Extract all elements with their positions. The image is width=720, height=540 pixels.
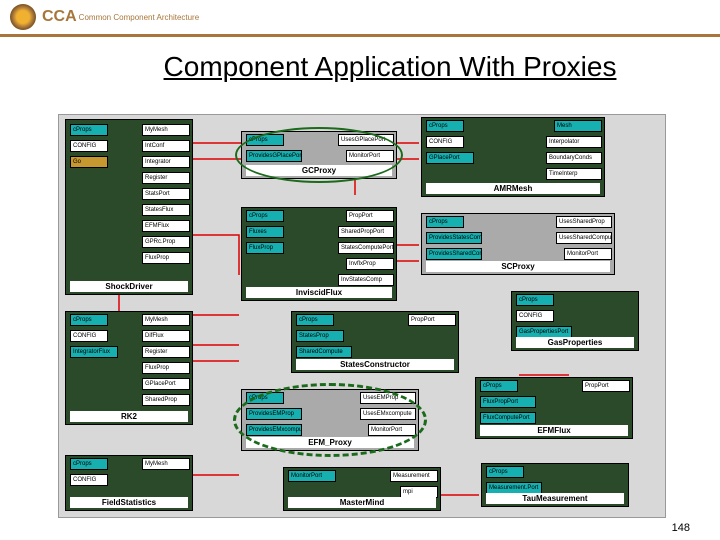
port: Fluxes xyxy=(246,226,284,238)
component-statesconstructor: cProps StatesProp SharedCompute PropPort… xyxy=(291,311,459,373)
proxy-highlight-ellipse-dashed xyxy=(233,383,427,457)
component-fieldstatistics: cProps CONFIG MyMesh FieldStatistics xyxy=(65,455,193,511)
port: cProps xyxy=(70,314,108,326)
port: FluxProp xyxy=(246,242,284,254)
port: BoundaryConds xyxy=(546,152,602,164)
port: StatsPort xyxy=(142,188,190,200)
component-title: TauMeasurement xyxy=(486,493,624,504)
port: cProps xyxy=(480,380,518,392)
component-amrmesh: cProps CONFIG GPlacePort Mesh Interpolat… xyxy=(421,117,605,197)
port: FluxComputePort xyxy=(480,412,536,424)
component-taumeasurement: cProps Measurement.Port TauMeasurement xyxy=(481,463,629,507)
port: IntegratorFlux xyxy=(70,346,118,358)
port: UsesSharedProp xyxy=(556,216,612,228)
port: Mesh xyxy=(554,120,602,132)
page-number: 148 xyxy=(672,522,690,534)
port: CONFIG xyxy=(70,140,108,152)
port: cProps xyxy=(70,458,108,470)
port: PropPort xyxy=(408,314,456,326)
logo-subtitle: Common Component Architecture xyxy=(79,13,200,22)
port: SharedCompute xyxy=(296,346,352,358)
port: cProps xyxy=(426,120,464,132)
port: FluxPropPort xyxy=(480,396,536,408)
component-title: MasterMind xyxy=(288,497,436,508)
component-inviscid: cProps Fluxes FluxProp PropPort SharedPr… xyxy=(241,207,397,301)
component-title: InviscidFlux xyxy=(246,287,392,298)
port: Register xyxy=(142,172,190,184)
port: ProvidesSharedCompute xyxy=(426,248,482,260)
port: MyMesh xyxy=(142,314,190,326)
port: cProps xyxy=(516,294,554,306)
logo-text: CCA xyxy=(42,8,77,26)
component-rk2: cProps CONFIG IntegratorFlux MyMesh DifF… xyxy=(65,311,193,425)
port: CONFIG xyxy=(426,136,464,148)
port: StatesFlux xyxy=(142,204,190,216)
port: StatesProp xyxy=(296,330,344,342)
port: PropPort xyxy=(582,380,630,392)
component-title: FieldStatistics xyxy=(70,497,188,508)
port: InvStatesComp xyxy=(338,274,394,286)
port: InvflxProp xyxy=(346,258,394,270)
component-mastermind: MonitorPort Measurement mpi MasterMind xyxy=(283,467,441,511)
page-title: Component Application With Proxies xyxy=(60,51,720,83)
component-shock-driver: cProps CONFIG Go MyMesh IntConf Integrat… xyxy=(65,119,193,295)
component-efmflux: cProps FluxPropPort FluxComputePort Prop… xyxy=(475,377,633,439)
cca-logo-icon xyxy=(10,4,36,30)
port: UsesSharedCompute xyxy=(556,232,612,244)
component-title: EFMFlux xyxy=(480,425,628,436)
component-title: SCProxy xyxy=(426,261,610,272)
port: CONFIG xyxy=(70,474,108,486)
proxy-highlight-ellipse xyxy=(235,127,403,183)
port: PropPort xyxy=(346,210,394,222)
component-title: StatesConstructor xyxy=(296,359,454,370)
port: TimeInterp xyxy=(546,168,602,180)
port: EFMFlux xyxy=(142,220,190,232)
port: MonitorPort xyxy=(288,470,336,482)
port: SharedPropPort xyxy=(338,226,394,238)
component-scproxy: cProps ProvidesStatesCompute ProvidesSha… xyxy=(421,213,615,275)
port: GPRc.Prop xyxy=(142,236,190,248)
header: CCA Common Component Architecture xyxy=(0,0,720,37)
port: MyMesh xyxy=(142,124,190,136)
port: Interpolator xyxy=(546,136,602,148)
port: Measurement xyxy=(390,470,438,482)
port: MyMesh xyxy=(142,458,190,470)
port: Integrator xyxy=(142,156,190,168)
port: Register xyxy=(142,346,190,358)
component-title: GasProperties xyxy=(516,337,634,348)
port: ProvidesStatesCompute xyxy=(426,232,482,244)
port: MonitorPort xyxy=(564,248,612,260)
component-title: ShockDriver xyxy=(70,281,188,292)
port: GPlacePort xyxy=(426,152,474,164)
port: cProps xyxy=(486,466,524,478)
port: cProps xyxy=(70,124,108,136)
component-title: RK2 xyxy=(70,411,188,422)
port: cProps xyxy=(426,216,464,228)
port: CONFIG xyxy=(516,310,554,322)
port: GPlacePort xyxy=(142,378,190,390)
port: StatesComputePort xyxy=(338,242,394,254)
port: CONFIG xyxy=(70,330,108,342)
port: IntConf xyxy=(142,140,190,152)
port: FluxProp xyxy=(142,252,190,264)
port: cProps xyxy=(296,314,334,326)
component-gasproperties: cProps CONFIG GasPropertiesPort GasPrope… xyxy=(511,291,639,351)
port: Go xyxy=(70,156,108,168)
port: DifFlux xyxy=(142,330,190,342)
port: SharedProp xyxy=(142,394,190,406)
port: FluxProp xyxy=(142,362,190,374)
component-title: AMRMesh xyxy=(426,183,600,194)
port: cProps xyxy=(246,210,284,222)
diagram-canvas: cProps CONFIG Go MyMesh IntConf Integrat… xyxy=(58,114,666,518)
